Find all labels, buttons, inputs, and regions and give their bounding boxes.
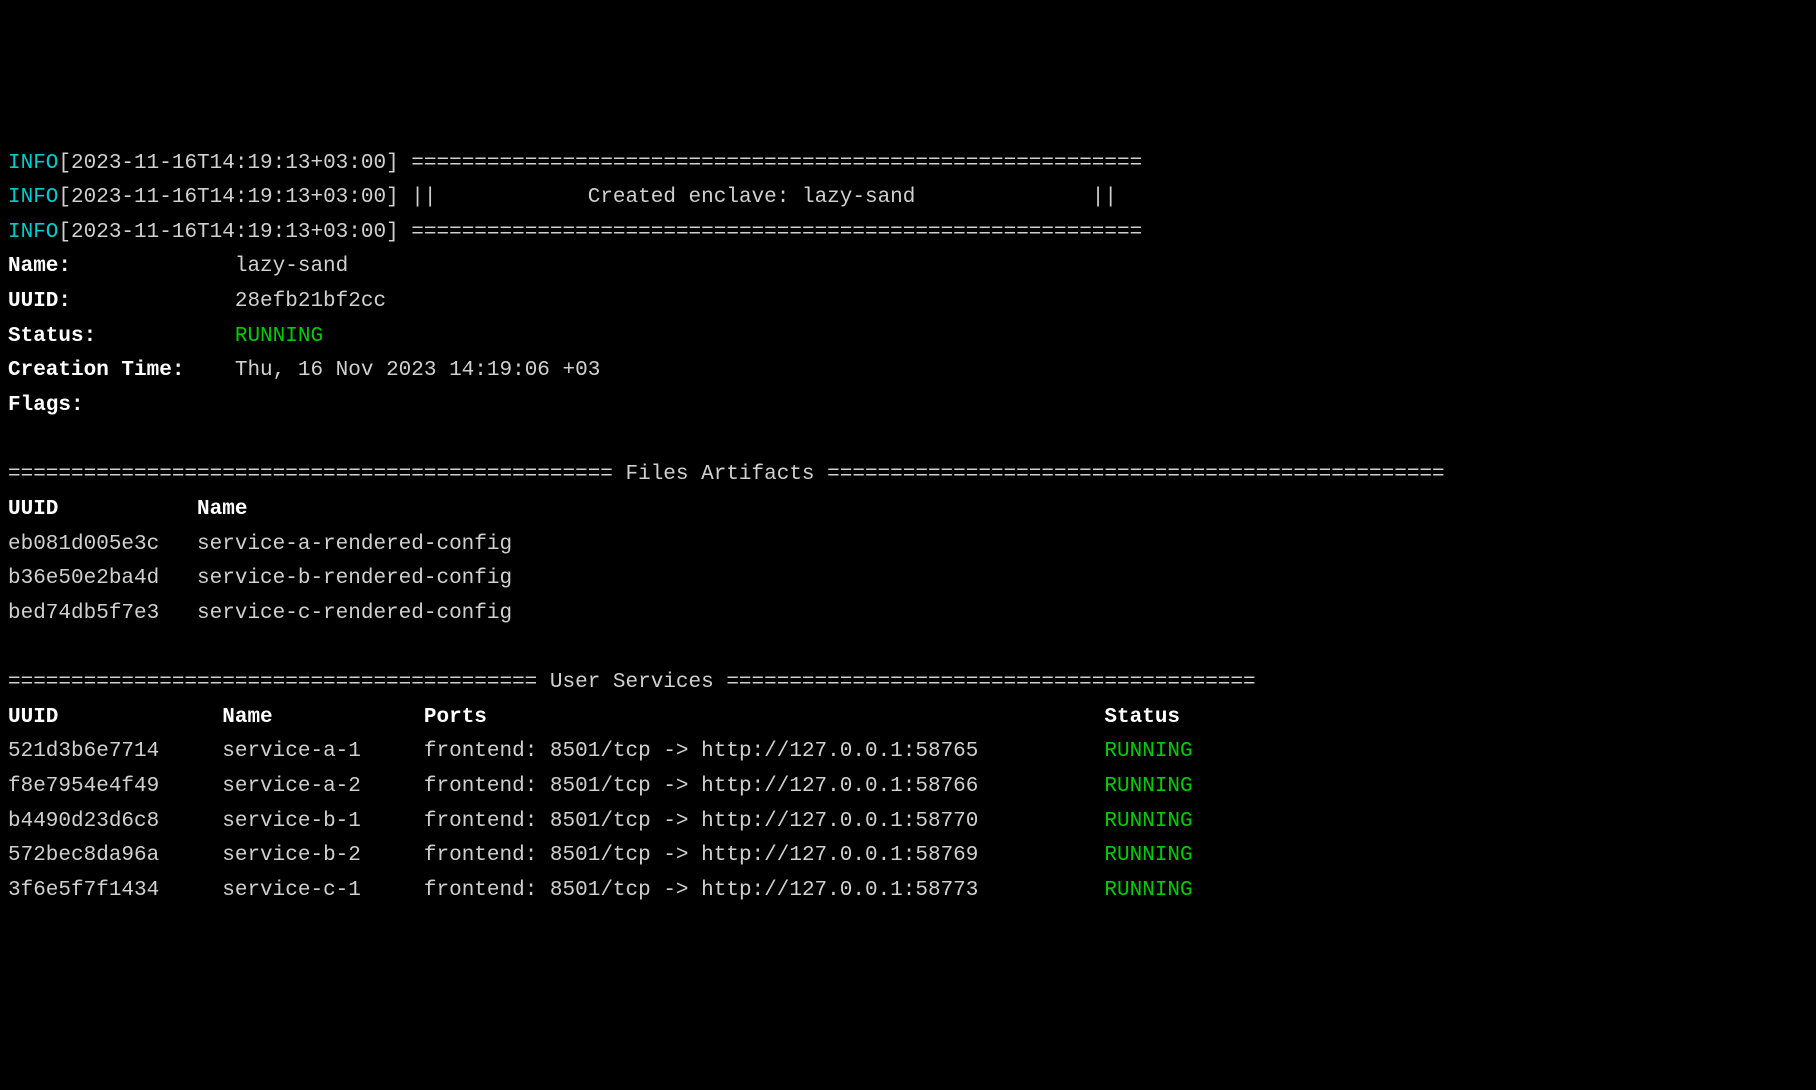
service-ports: frontend: 8501/tcp -> http://127.0.0.1:5… xyxy=(424,775,1105,798)
summary-creation-row: Creation Time: Thu, 16 Nov 2023 14:19:06… xyxy=(8,354,1808,389)
service-ports: frontend: 8501/tcp -> http://127.0.0.1:5… xyxy=(424,879,1105,902)
log-border: ========================================… xyxy=(411,152,1142,175)
log-border: ========================================… xyxy=(411,221,1142,244)
service-ports: frontend: 8501/tcp -> http://127.0.0.1:5… xyxy=(424,810,1105,833)
service-status: RUNNING xyxy=(1104,775,1192,798)
summary-status-row: Status: RUNNING xyxy=(8,320,1808,355)
service-name: service-c-1 xyxy=(222,879,424,902)
log-banner: || Created enclave: lazy-sand || xyxy=(411,186,1117,209)
service-ports: frontend: 8501/tcp -> http://127.0.0.1:5… xyxy=(424,844,1105,867)
summary-creation-value: Thu, 16 Nov 2023 14:19:06 +03 xyxy=(235,359,600,382)
files-row: bed74db5f7e3 service-c-rendered-config xyxy=(8,597,1808,632)
service-ports: frontend: 8501/tcp -> http://127.0.0.1:5… xyxy=(424,740,1105,763)
log-line-border-bottom: INFO[2023-11-16T14:19:13+03:00] ========… xyxy=(8,216,1808,251)
service-name: service-b-1 xyxy=(222,810,424,833)
files-row: eb081d005e3c service-a-rendered-config xyxy=(8,528,1808,563)
summary-status-value: RUNNING xyxy=(235,325,323,348)
log-level: INFO xyxy=(8,152,58,175)
log-timestamp: [2023-11-16T14:19:13+03:00] xyxy=(58,152,398,175)
services-header-ports: Ports xyxy=(424,706,1105,729)
files-header-uuid: UUID xyxy=(8,498,197,521)
service-status: RUNNING xyxy=(1104,740,1192,763)
service-status: RUNNING xyxy=(1104,879,1192,902)
service-uuid: 572bec8da96a xyxy=(8,844,222,867)
services-section-title: ========================================… xyxy=(8,666,1808,701)
files-section-title: ========================================… xyxy=(8,458,1808,493)
summary-flags-row: Flags: xyxy=(8,389,1808,424)
files-header-name: Name xyxy=(197,498,247,521)
services-header-uuid: UUID xyxy=(8,706,222,729)
summary-name-row: Name: lazy-sand xyxy=(8,250,1808,285)
log-line-banner: INFO[2023-11-16T14:19:13+03:00] || Creat… xyxy=(8,181,1808,216)
service-name: service-a-2 xyxy=(222,775,424,798)
log-level: INFO xyxy=(8,221,58,244)
service-name: service-a-1 xyxy=(222,740,424,763)
service-name: service-b-2 xyxy=(222,844,424,867)
services-row: b4490d23d6c8 service-b-1 frontend: 8501/… xyxy=(8,805,1808,840)
service-uuid: 3f6e5f7f1434 xyxy=(8,879,222,902)
summary-name-value: lazy-sand xyxy=(235,255,348,278)
services-row: f8e7954e4f49 service-a-2 frontend: 8501/… xyxy=(8,770,1808,805)
services-row: 572bec8da96a service-b-2 frontend: 8501/… xyxy=(8,839,1808,874)
log-line-border-top: INFO[2023-11-16T14:19:13+03:00] ========… xyxy=(8,147,1808,182)
services-rows-container: 521d3b6e7714 service-a-1 frontend: 8501/… xyxy=(8,735,1808,908)
services-header-status: Status xyxy=(1104,706,1180,729)
service-uuid: b4490d23d6c8 xyxy=(8,810,222,833)
log-timestamp: [2023-11-16T14:19:13+03:00] xyxy=(58,221,398,244)
files-row: b36e50e2ba4d service-b-rendered-config xyxy=(8,562,1808,597)
summary-name-label: Name: xyxy=(8,255,235,278)
summary-flags-label: Flags: xyxy=(8,394,235,417)
log-level: INFO xyxy=(8,186,58,209)
log-timestamp: [2023-11-16T14:19:13+03:00] xyxy=(58,186,398,209)
terminal-output: INFO[2023-11-16T14:19:13+03:00] ========… xyxy=(8,147,1808,909)
services-header-name: Name xyxy=(222,706,424,729)
summary-uuid-row: UUID: 28efb21bf2cc xyxy=(8,285,1808,320)
summary-uuid-label: UUID: xyxy=(8,290,235,313)
files-rows-container: eb081d005e3c service-a-rendered-configb3… xyxy=(8,528,1808,632)
files-header-row: UUID Name xyxy=(8,493,1808,528)
service-status: RUNNING xyxy=(1104,810,1192,833)
services-row: 521d3b6e7714 service-a-1 frontend: 8501/… xyxy=(8,735,1808,770)
summary-status-label: Status: xyxy=(8,325,235,348)
services-header-row: UUID Name Ports Status xyxy=(8,701,1808,736)
summary-uuid-value: 28efb21bf2cc xyxy=(235,290,386,313)
service-uuid: f8e7954e4f49 xyxy=(8,775,222,798)
service-uuid: 521d3b6e7714 xyxy=(8,740,222,763)
service-status: RUNNING xyxy=(1104,844,1192,867)
services-row: 3f6e5f7f1434 service-c-1 frontend: 8501/… xyxy=(8,874,1808,909)
summary-creation-label: Creation Time: xyxy=(8,359,235,382)
